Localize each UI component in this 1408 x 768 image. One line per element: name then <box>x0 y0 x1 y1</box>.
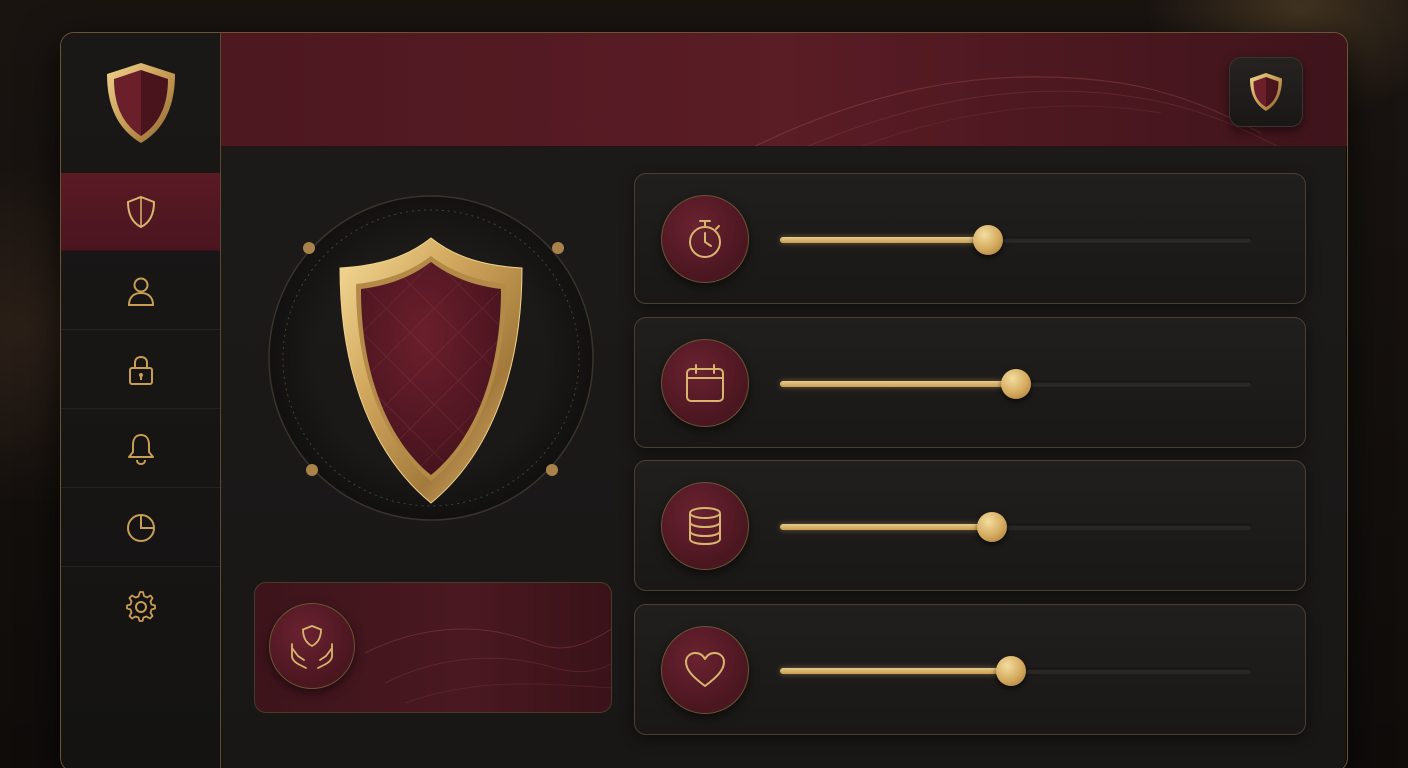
slider-thumb[interactable] <box>972 225 1003 255</box>
protection-feature-card[interactable] <box>254 582 612 713</box>
shield-icon <box>107 63 175 143</box>
sidebar-item-notifications[interactable] <box>61 410 220 488</box>
header-wave-decoration <box>753 76 1279 146</box>
slider-fill <box>780 381 1016 387</box>
shield-icon <box>268 195 594 521</box>
slider-thumb[interactable] <box>977 512 1008 542</box>
shield-icon <box>126 195 155 228</box>
user-icon <box>127 277 154 306</box>
slider-fill <box>780 668 1012 674</box>
slider-fill <box>780 524 993 530</box>
slider-card-timer <box>634 173 1306 304</box>
stopwatch-icon <box>689 220 721 258</box>
sidebar-item-lock[interactable] <box>61 331 220 409</box>
pie-chart-icon <box>126 513 155 542</box>
calendar-icon <box>686 364 724 402</box>
app-logo <box>61 33 221 173</box>
security-status-emblem <box>266 188 596 528</box>
shield-icon <box>1250 73 1282 111</box>
header-shield-button[interactable] <box>1229 57 1303 127</box>
slider-icon-badge <box>661 626 749 714</box>
slider-card-health <box>634 604 1306 735</box>
lock-icon <box>128 355 153 385</box>
slider-track[interactable] <box>780 512 1252 542</box>
slider-icon-badge <box>661 482 749 570</box>
feature-icon-badge <box>269 603 355 689</box>
slider-thumb[interactable] <box>1001 369 1031 399</box>
database-icon <box>689 507 721 546</box>
slider-fill <box>780 237 988 243</box>
app-window <box>60 32 1348 768</box>
slider-track[interactable] <box>780 369 1252 399</box>
bell-icon <box>127 433 154 465</box>
sidebar <box>61 33 221 768</box>
slider-icon-badge <box>661 339 749 427</box>
header-bar <box>221 33 1347 147</box>
sidebar-item-settings[interactable] <box>61 568 220 646</box>
sidebar-item-reports[interactable] <box>61 489 220 567</box>
slider-icon-badge <box>661 195 749 283</box>
slider-track[interactable] <box>780 225 1252 255</box>
heart-icon <box>685 652 725 687</box>
sidebar-item-profile[interactable] <box>61 252 220 330</box>
slider-track[interactable] <box>780 656 1252 686</box>
hands-shield-icon <box>291 625 333 669</box>
gear-icon <box>125 591 156 622</box>
slider-thumb[interactable] <box>996 656 1027 686</box>
slider-card-storage <box>634 460 1306 591</box>
slider-card-schedule <box>634 317 1306 448</box>
sidebar-item-security[interactable] <box>61 173 220 251</box>
